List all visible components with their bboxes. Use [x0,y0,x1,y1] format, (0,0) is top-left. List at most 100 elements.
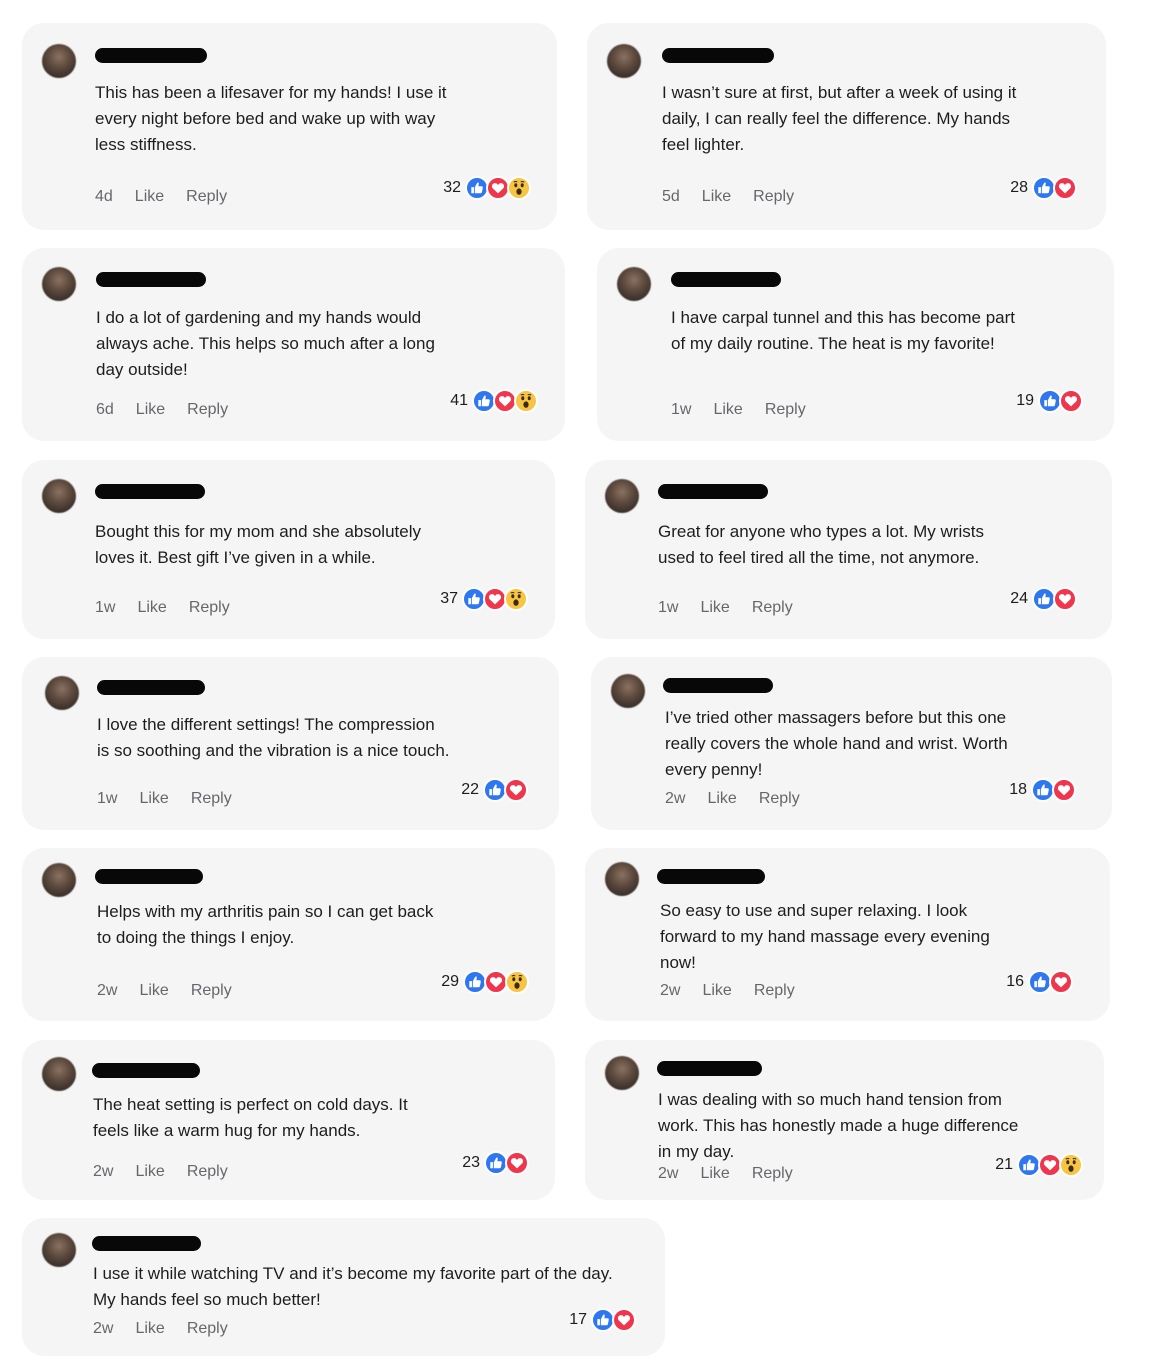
comment-actions: 6d Like Reply [96,401,228,419]
reaction-summary[interactable]: 18 [1009,778,1076,802]
wow-icon [504,587,528,611]
love-icon [1053,176,1077,200]
reaction-summary[interactable]: 24 [1010,587,1077,611]
comment-timestamp[interactable]: 2w [660,982,680,1000]
comment-timestamp[interactable]: 2w [658,1165,678,1183]
reply-link[interactable]: Reply [765,401,806,419]
comment-timestamp[interactable]: 1w [658,599,678,617]
comment-text: I was dealing with so much hand tension … [658,1090,1019,1161]
reaction-summary[interactable]: 41 [450,389,538,413]
reaction-summary[interactable]: 28 [1010,176,1077,200]
comment-timestamp[interactable]: 1w [97,790,117,808]
avatar[interactable] [42,44,76,78]
like-link[interactable]: Like [139,790,168,808]
comment-text: I wasn’t sure at first, but after a week… [662,83,1017,154]
reply-link[interactable]: Reply [191,790,232,808]
like-link[interactable]: Like [707,790,736,808]
love-icon [612,1308,636,1332]
reaction-summary[interactable]: 32 [443,176,531,200]
like-link[interactable]: Like [135,1163,164,1181]
comment-text: I use it while watching TV and it’s beco… [93,1264,613,1309]
comment-text: Bought this for my mom and she absolutel… [95,522,421,567]
comment-timestamp[interactable]: 2w [93,1320,113,1338]
reply-link[interactable]: Reply [189,599,230,617]
like-link[interactable]: Like [702,188,731,206]
reaction-summary[interactable]: 17 [569,1308,636,1332]
reply-link[interactable]: Reply [191,982,232,1000]
love-icon [1049,970,1073,994]
redacted-author-name [95,484,205,499]
like-link[interactable]: Like [702,982,731,1000]
love-icon [505,1151,529,1175]
comment-actions: 2w Like Reply [660,982,795,1000]
love-icon [1052,778,1076,802]
like-link[interactable]: Like [139,982,168,1000]
reaction-summary[interactable]: 16 [1006,970,1073,994]
avatar[interactable] [607,44,641,78]
reply-link[interactable]: Reply [187,1163,228,1181]
avatar[interactable] [42,479,76,513]
reply-link[interactable]: Reply [753,188,794,206]
avatar[interactable] [617,267,651,301]
avatar[interactable] [42,863,76,897]
like-link[interactable]: Like [136,401,165,419]
reaction-count: 24 [1010,590,1028,607]
reaction-summary[interactable]: 21 [995,1153,1083,1177]
avatar[interactable] [611,674,645,708]
like-link[interactable]: Like [700,599,729,617]
comment-timestamp[interactable]: 5d [662,188,680,206]
reaction-count: 17 [569,1311,587,1328]
comment-timestamp[interactable]: 2w [97,982,117,1000]
reply-link[interactable]: Reply [187,401,228,419]
reaction-summary[interactable]: 22 [461,778,528,802]
reply-link[interactable]: Reply [752,1165,793,1183]
avatar[interactable] [605,862,639,896]
comment-text: This has been a lifesaver for my hands! … [95,83,447,154]
wow-icon [1059,1153,1083,1177]
comment-actions: 2w Like Reply [97,982,232,1000]
reply-link[interactable]: Reply [187,1320,228,1338]
wow-icon [514,389,538,413]
reply-link[interactable]: Reply [759,790,800,808]
redacted-author-name [662,48,774,63]
avatar[interactable] [42,1233,76,1267]
redacted-author-name [97,680,205,695]
wow-icon [507,176,531,200]
redacted-author-name [671,272,781,287]
comment-actions: 2w Like Reply [665,790,800,808]
reply-link[interactable]: Reply [186,188,227,206]
like-link[interactable]: Like [700,1165,729,1183]
reaction-count: 28 [1010,179,1028,196]
avatar[interactable] [605,479,639,513]
comment-timestamp[interactable]: 1w [95,599,115,617]
comment-actions: 2w Like Reply [658,1165,793,1183]
reaction-summary[interactable]: 19 [1016,389,1083,413]
avatar[interactable] [42,267,76,301]
reaction-summary[interactable]: 37 [440,587,528,611]
avatar[interactable] [42,1057,76,1091]
reply-link[interactable]: Reply [754,982,795,1000]
reaction-count: 32 [443,179,461,196]
comment-text: I have carpal tunnel and this has become… [671,308,1015,353]
like-link[interactable]: Like [137,599,166,617]
avatar[interactable] [45,676,79,710]
love-icon [504,778,528,802]
comment-timestamp[interactable]: 4d [95,188,113,206]
avatar[interactable] [605,1056,639,1090]
reaction-count: 19 [1016,392,1034,409]
like-link[interactable]: Like [135,188,164,206]
comment-text: I do a lot of gardening and my hands wou… [96,308,435,379]
reaction-summary[interactable]: 23 [462,1151,529,1175]
comment-timestamp[interactable]: 2w [665,790,685,808]
comment-text: I love the different settings! The compr… [97,715,450,760]
reply-link[interactable]: Reply [752,599,793,617]
comment-timestamp[interactable]: 6d [96,401,114,419]
like-link[interactable]: Like [713,401,742,419]
reaction-summary[interactable]: 29 [441,970,529,994]
comment-timestamp[interactable]: 2w [93,1163,113,1181]
love-icon [1059,389,1083,413]
like-link[interactable]: Like [135,1320,164,1338]
redacted-author-name [657,1061,762,1076]
redacted-author-name [92,1236,201,1251]
comment-timestamp[interactable]: 1w [671,401,691,419]
